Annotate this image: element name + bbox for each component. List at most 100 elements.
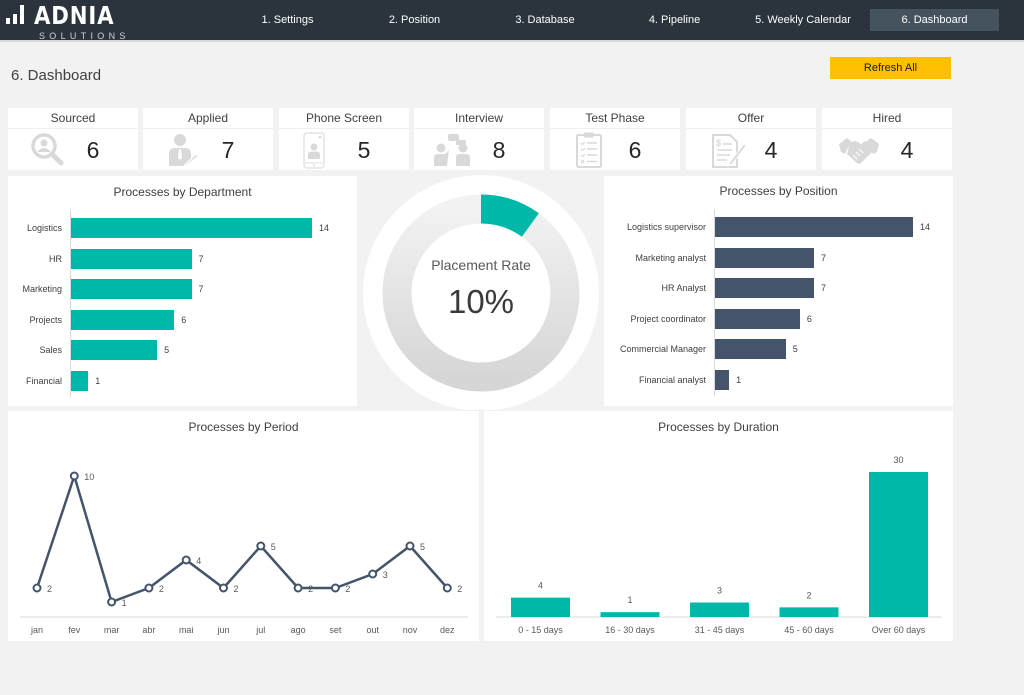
duration-chart-panel: Processes by Duration 40 - 15 days 1 16 - … <box>484 411 953 641</box>
brand-tagline: SOLUTIONS <box>39 31 130 41</box>
x-tick-label: mai <box>179 625 194 635</box>
bar <box>600 612 660 617</box>
x-tick-label: jun <box>216 625 229 635</box>
data-label: 2 <box>806 590 811 600</box>
position-chart-panel: Processes by Position Logistics supervis… <box>604 176 953 406</box>
kpi-card-test-phase: Test Phase 6 <box>550 108 680 170</box>
x-tick-label: abr <box>142 625 155 635</box>
bar <box>71 370 89 391</box>
data-label: 6 <box>181 314 187 325</box>
bar <box>715 369 730 390</box>
kpi-label: Applied <box>143 108 273 129</box>
refresh-all-button[interactable]: Refresh All <box>830 57 951 79</box>
data-label: 5 <box>271 542 276 552</box>
category-label: HR Analyst <box>661 283 706 293</box>
kpi-label: Sourced <box>8 108 138 129</box>
data-point <box>368 569 378 579</box>
kpi-card-hired: Hired 4 <box>822 108 952 170</box>
data-label: 1 <box>95 375 101 386</box>
clipboard-checklist-icon <box>576 132 602 168</box>
category-label: Projects <box>29 314 62 325</box>
kpi-label: Test Phase <box>550 108 680 129</box>
x-tick-label: jan <box>30 625 43 635</box>
bar <box>690 602 749 617</box>
data-point <box>442 583 452 593</box>
bar <box>511 597 570 617</box>
data-label: 7 <box>821 252 827 263</box>
kpi-card-applied: Applied 7 <box>143 108 273 170</box>
x-tick-label: 0 - 15 days <box>518 625 563 635</box>
kpi-label: Hired <box>822 108 952 129</box>
logo-bars-icon <box>6 5 32 27</box>
kpi-card-interview: Interview 8 <box>414 108 544 170</box>
data-label: 7 <box>821 283 827 293</box>
x-tick-label: 16 - 30 days <box>605 625 655 635</box>
data-label: 4 <box>538 581 543 591</box>
tab-weekly-calendar[interactable]: 5. Weekly Calendar <box>748 9 858 31</box>
department-chart-panel: Processes by Department Logistics 14 HR 7 Ma… <box>8 176 357 406</box>
data-label: 6 <box>806 313 812 324</box>
data-point <box>181 555 191 565</box>
bar <box>715 308 800 329</box>
kpi-value: 8 <box>492 137 506 163</box>
data-label: 3 <box>717 586 722 596</box>
tab-pipeline[interactable]: 4. Pipeline <box>632 9 717 31</box>
data-label: 2 <box>345 584 350 594</box>
user-pen-icon <box>169 134 199 168</box>
bar <box>715 339 786 359</box>
data-point <box>107 597 117 607</box>
category-label: Logistics <box>26 223 62 233</box>
x-tick-label: 45 - 60 days <box>784 625 834 635</box>
x-tick-label: jul <box>255 625 265 635</box>
kpi-label: Phone Screen <box>279 108 409 129</box>
category-label: Commercial Manager <box>619 344 706 354</box>
data-label: 30 <box>893 455 903 465</box>
data-label: 5 <box>792 344 798 354</box>
kpi-value: 5 <box>357 137 371 163</box>
data-label: 1 <box>736 374 742 385</box>
bar <box>869 472 928 617</box>
x-tick-label: set <box>329 625 342 635</box>
placement-label: Placement Rate <box>431 257 531 273</box>
data-label: 3 <box>383 570 388 580</box>
tab-position[interactable]: 2. Position <box>372 9 457 31</box>
data-label: 7 <box>198 284 204 294</box>
category-label: Marketing <box>22 284 62 294</box>
category-axis-line <box>714 209 715 396</box>
tab-dashboard[interactable]: 6. Dashboard <box>870 9 999 31</box>
x-tick-label: out <box>366 625 379 635</box>
x-tick-label: Over 60 days <box>872 625 926 635</box>
placement-rate-donut: Placement Rate 10% <box>363 175 599 410</box>
category-label: Marketing analyst <box>635 252 706 263</box>
top-nav-bar: ADNIA SOLUTIONS 1. Settings 2. Position … <box>0 0 1024 42</box>
chart-title: Processes by Position <box>719 184 838 198</box>
tab-database[interactable]: 3. Database <box>500 9 590 31</box>
data-point <box>219 583 228 593</box>
x-tick-label: 31 - 45 days <box>695 625 745 635</box>
category-label: Financial <box>25 375 62 386</box>
data-label: 1 <box>627 595 632 605</box>
category-label: Logistics supervisor <box>626 222 706 232</box>
kpi-value: 6 <box>628 137 642 163</box>
svg-text:$: $ <box>716 138 721 148</box>
data-point <box>69 471 79 481</box>
bar <box>71 340 158 360</box>
tab-settings[interactable]: 1. Settings <box>245 9 330 31</box>
kpi-value: 7 <box>221 137 235 163</box>
category-label: Project coordinator <box>630 313 706 324</box>
x-tick-label: dez <box>440 625 455 635</box>
data-label: 5 <box>420 542 425 552</box>
duration-column-chart: 4 0 - 15 days 1 16 - 30 days 3 31 - 45 days 2 4… <box>496 455 942 635</box>
contract-pen-icon: $ <box>712 134 747 168</box>
kpi-value: 4 <box>764 137 778 163</box>
x-tick-label: mar <box>104 625 120 635</box>
kpi-label: Offer <box>686 108 816 129</box>
interview-chat-icon <box>434 134 470 166</box>
kpi-value: 6 <box>86 137 100 163</box>
brand-name: ADNIA <box>34 1 115 30</box>
data-label: 2 <box>234 584 239 594</box>
page-title: 6. Dashboard <box>11 67 102 84</box>
data-label: 2 <box>47 584 52 594</box>
data-label: 1 <box>122 598 127 608</box>
kpi-card-offer: Offer $ 4 <box>686 108 816 170</box>
